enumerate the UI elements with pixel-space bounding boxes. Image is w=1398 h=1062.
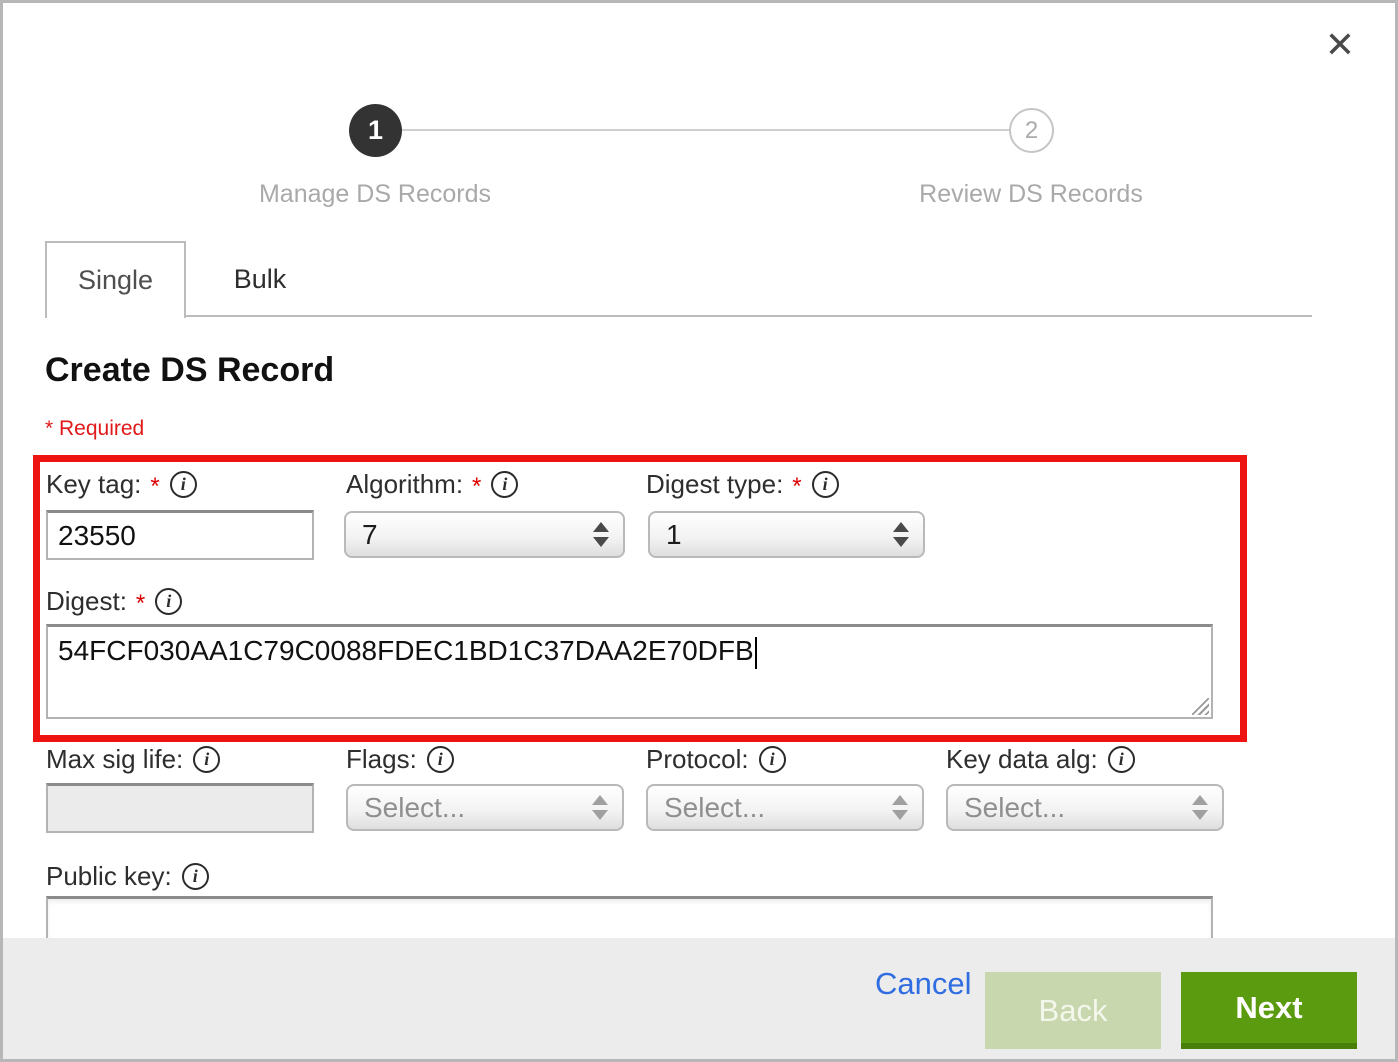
key-data-alg-label: Key data alg: i [946, 744, 1135, 775]
info-icon[interactable]: i [812, 471, 839, 498]
info-icon[interactable]: i [182, 863, 209, 890]
info-icon[interactable]: i [155, 588, 182, 615]
protocol-select[interactable]: Select... [646, 784, 924, 831]
required-note: * Required [45, 417, 144, 441]
algorithm-label: Algorithm: * i [346, 469, 518, 500]
modal-footer: Cancel Back Next [3, 938, 1395, 1059]
algorithm-label-text: Algorithm: [346, 469, 463, 500]
key-data-alg-select[interactable]: Select... [946, 784, 1224, 831]
required-asterisk: * [136, 590, 145, 618]
flags-select[interactable]: Select... [346, 784, 624, 831]
step-2-label: Review DS Records [861, 180, 1201, 209]
create-ds-record-modal: ✕ 1 2 Manage DS Records Review DS Record… [0, 0, 1398, 1062]
digest-label: Digest: * i [46, 586, 182, 617]
digest-type-label-text: Digest type: [646, 469, 783, 500]
max-sig-life-input[interactable] [46, 783, 314, 833]
info-icon[interactable]: i [759, 746, 786, 773]
protocol-value: Select... [664, 792, 892, 824]
info-icon[interactable]: i [170, 471, 197, 498]
spinner-arrows-icon [892, 795, 908, 820]
digest-type-value: 1 [666, 519, 893, 551]
digest-type-label: Digest type: * i [646, 469, 839, 500]
spinner-arrows-icon [593, 522, 609, 547]
max-sig-life-label: Max sig life: i [46, 744, 220, 775]
cancel-button[interactable]: Cancel [875, 966, 972, 1002]
protocol-label-text: Protocol: [646, 744, 749, 775]
digest-textarea[interactable]: 54FCF030AA1C79C0088FDEC1BD1C37DAA2E70DFB [46, 624, 1213, 719]
algorithm-select[interactable]: 7 [344, 511, 625, 558]
flags-label: Flags: i [346, 744, 454, 775]
next-button[interactable]: Next [1181, 972, 1357, 1049]
step-1-label: Manage DS Records [205, 180, 545, 209]
algorithm-value: 7 [362, 519, 593, 551]
key-tag-label-text: Key tag: [46, 469, 141, 500]
key-tag-input[interactable]: 23550 [46, 510, 314, 560]
required-asterisk: * [150, 473, 159, 501]
tab-bulk[interactable]: Bulk [186, 241, 334, 318]
public-key-label-text: Public key: [46, 861, 172, 892]
flags-value: Select... [364, 792, 592, 824]
info-icon[interactable]: i [491, 471, 518, 498]
key-data-alg-value: Select... [964, 792, 1192, 824]
digest-value: 54FCF030AA1C79C0088FDEC1BD1C37DAA2E70DFB [58, 635, 754, 666]
key-tag-value: 23550 [58, 520, 136, 552]
tab-single[interactable]: Single [45, 241, 186, 318]
page-title: Create DS Record [45, 351, 334, 390]
protocol-label: Protocol: i [646, 744, 786, 775]
resize-handle[interactable] [1192, 698, 1209, 715]
required-asterisk: * [792, 473, 801, 501]
key-tag-label: Key tag: * i [46, 469, 197, 500]
text-cursor [755, 637, 757, 669]
required-asterisk: * [472, 473, 481, 501]
max-sig-life-label-text: Max sig life: [46, 744, 183, 775]
public-key-label: Public key: i [46, 861, 209, 892]
step-2-indicator: 2 [1009, 108, 1054, 153]
stepper-connector [401, 129, 1011, 131]
flags-label-text: Flags: [346, 744, 417, 775]
step-1-indicator: 1 [349, 104, 402, 157]
spinner-arrows-icon [592, 795, 608, 820]
info-icon[interactable]: i [193, 746, 220, 773]
digest-label-text: Digest: [46, 586, 127, 617]
info-icon[interactable]: i [427, 746, 454, 773]
key-data-alg-label-text: Key data alg: [946, 744, 1098, 775]
digest-type-select[interactable]: 1 [648, 511, 925, 558]
close-icon[interactable]: ✕ [1325, 27, 1355, 63]
back-button[interactable]: Back [985, 972, 1161, 1049]
info-icon[interactable]: i [1108, 746, 1135, 773]
spinner-arrows-icon [1192, 795, 1208, 820]
spinner-arrows-icon [893, 522, 909, 547]
public-key-textarea[interactable] [46, 896, 1213, 941]
